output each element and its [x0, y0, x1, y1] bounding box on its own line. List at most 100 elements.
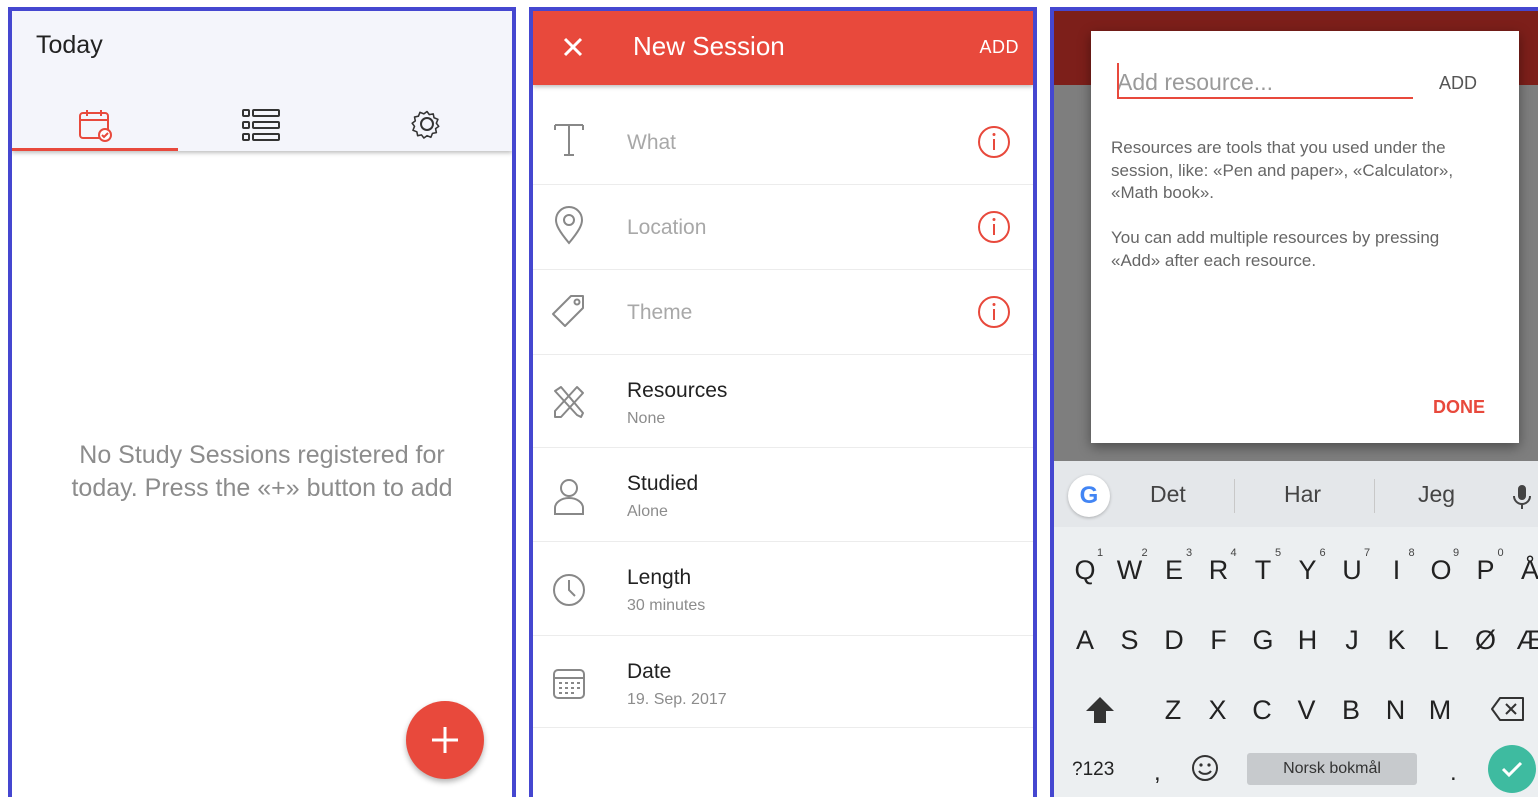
key-q[interactable]: Q: [1065, 555, 1105, 586]
key-ø[interactable]: Ø: [1466, 625, 1506, 656]
key-hint: 6: [1319, 547, 1326, 559]
checkmark-icon: [1501, 761, 1523, 778]
key-i[interactable]: I: [1377, 555, 1417, 586]
microphone-icon[interactable]: [1512, 483, 1532, 511]
clock-icon: [553, 574, 585, 606]
app-header: Today: [12, 11, 512, 151]
key-y[interactable]: Y: [1288, 555, 1328, 586]
enter-key[interactable]: [1488, 745, 1536, 793]
length-field[interactable]: Length 30 minutes: [533, 542, 1033, 636]
empty-line-2: today. Press the «+» button to add: [71, 474, 453, 502]
close-icon[interactable]: [555, 29, 591, 65]
add-session-fab[interactable]: [406, 701, 484, 779]
key-hint: 4: [1230, 547, 1237, 559]
symbols-key[interactable]: ?123: [1072, 759, 1114, 781]
suggestion-word[interactable]: Det: [1150, 481, 1186, 508]
keyboard: G Det Har Jeg QWERTYUIOPÅ 1 2 3 4 5 6 7 8 9 0 ASDF…: [1054, 461, 1538, 797]
studied-field[interactable]: Studied Alone: [533, 448, 1033, 542]
date-field[interactable]: Date 19. Sep. 2017: [533, 636, 1033, 728]
key-f[interactable]: F: [1199, 625, 1239, 656]
app-bar: New Session ADD: [533, 11, 1033, 85]
key-u[interactable]: U: [1332, 555, 1372, 586]
key-n[interactable]: N: [1376, 695, 1416, 726]
text-t-icon: [554, 124, 584, 156]
key-e[interactable]: E: [1154, 555, 1194, 586]
calendar-icon: [553, 669, 585, 699]
gear-icon: [411, 110, 440, 139]
input-underline: [1117, 97, 1413, 99]
info-icon[interactable]: [977, 125, 1011, 159]
help-text-2: You can add multiple resources by pressi…: [1111, 227, 1503, 272]
backspace-icon[interactable]: [1490, 695, 1526, 723]
emoji-icon[interactable]: [1190, 753, 1220, 783]
info-icon[interactable]: [977, 210, 1011, 244]
key-s[interactable]: S: [1110, 625, 1150, 656]
calendar-icon: [79, 110, 112, 142]
key-w[interactable]: W: [1110, 555, 1150, 586]
key-v[interactable]: V: [1287, 695, 1327, 726]
key-g[interactable]: G: [1243, 625, 1283, 656]
theme-placeholder: Theme: [627, 301, 693, 324]
length-label: Length: [627, 566, 692, 589]
period-key[interactable]: .: [1450, 759, 1457, 787]
tag-icon: [552, 295, 584, 327]
resources-value: None: [627, 410, 666, 427]
text-cursor: [1117, 63, 1119, 97]
key-t[interactable]: T: [1243, 555, 1283, 586]
tools-icon: [554, 386, 584, 418]
key-z[interactable]: Z: [1153, 695, 1193, 726]
what-placeholder: What: [627, 131, 677, 154]
what-field[interactable]: What: [533, 85, 1033, 185]
done-button[interactable]: DONE: [1433, 397, 1485, 418]
key-hint: 5: [1275, 547, 1282, 559]
google-icon[interactable]: G: [1068, 475, 1110, 517]
key-æ[interactable]: Æ: [1510, 625, 1538, 656]
resources-field[interactable]: Resources None: [533, 355, 1033, 448]
studied-value: Alone: [627, 503, 668, 520]
resource-input[interactable]: Add resource...: [1117, 69, 1411, 99]
add-resource-dialog: Add resource... ADD Resources are tools …: [1091, 31, 1519, 443]
space-bar[interactable]: Norsk bokmål: [1247, 753, 1417, 785]
tab-today[interactable]: [12, 87, 178, 151]
key-c[interactable]: C: [1242, 695, 1282, 726]
location-field[interactable]: Location: [533, 185, 1033, 270]
info-icon[interactable]: [977, 295, 1011, 329]
date-value: 19. Sep. 2017: [627, 691, 727, 708]
key-x[interactable]: X: [1198, 695, 1238, 726]
key-o[interactable]: O: [1421, 555, 1461, 586]
key-j[interactable]: J: [1332, 625, 1372, 656]
suggestion-divider: [1374, 479, 1375, 513]
key-l[interactable]: L: [1421, 625, 1461, 656]
page-title: New Session: [633, 31, 785, 61]
key-hint: 1: [1097, 547, 1104, 559]
active-tab-indicator: [12, 148, 178, 151]
suggestion-strip: G Det Har Jeg: [1054, 461, 1538, 527]
today-screen: Today No Study Sessions registered for t…: [8, 7, 516, 797]
help-line: You can add multiple resources by pressi…: [1111, 228, 1440, 247]
key-d[interactable]: D: [1154, 625, 1194, 656]
key-p[interactable]: P: [1466, 555, 1506, 586]
add-resource-screen: Add resource... ADD Resources are tools …: [1050, 7, 1538, 797]
comma-key[interactable]: ,: [1154, 759, 1161, 787]
new-session-screen: New Session ADD What Location Theme Reso…: [529, 7, 1037, 797]
key-hint: 2: [1141, 547, 1148, 559]
key-m[interactable]: M: [1420, 695, 1460, 726]
length-value: 30 minutes: [627, 597, 706, 614]
key-a[interactable]: A: [1065, 625, 1105, 656]
key-hint: 9: [1453, 547, 1460, 559]
key-k[interactable]: K: [1377, 625, 1417, 656]
key-b[interactable]: B: [1331, 695, 1371, 726]
key-h[interactable]: H: [1288, 625, 1328, 656]
theme-field[interactable]: Theme: [533, 270, 1033, 355]
tab-settings[interactable]: [344, 87, 510, 151]
key-r[interactable]: R: [1199, 555, 1239, 586]
suggestion-word[interactable]: Jeg: [1418, 481, 1455, 508]
plus-icon: [432, 727, 458, 753]
tab-list[interactable]: [178, 87, 344, 151]
suggestion-word[interactable]: Har: [1284, 481, 1321, 508]
add-resource-button[interactable]: ADD: [1439, 73, 1477, 94]
key-hint: 7: [1364, 547, 1371, 559]
shift-icon[interactable]: [1084, 695, 1116, 725]
key-å[interactable]: Å: [1510, 555, 1538, 586]
add-button[interactable]: ADD: [979, 37, 1019, 58]
